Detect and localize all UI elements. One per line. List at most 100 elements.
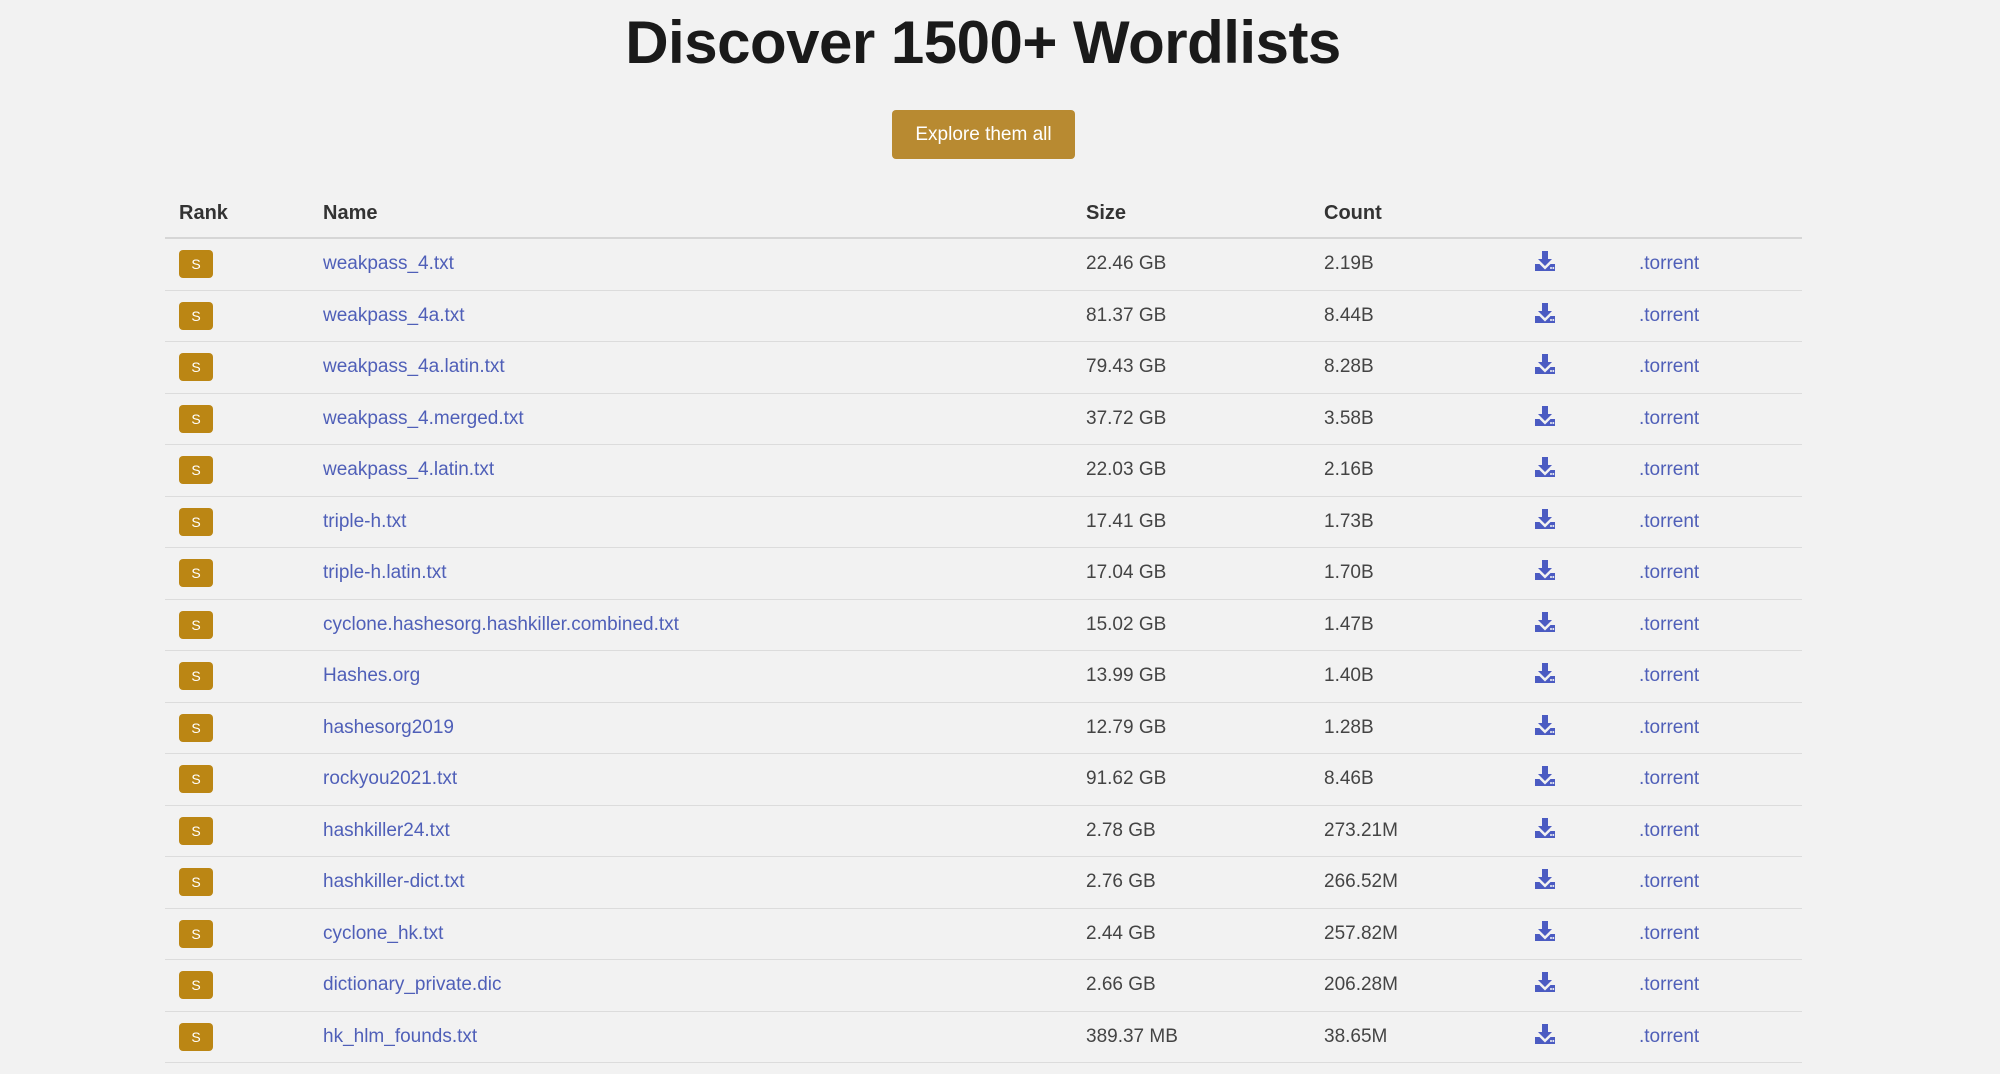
wordlist-name-link[interactable]: hk_hlm_founds.txt <box>323 1026 477 1047</box>
download-icon[interactable] <box>1534 353 1556 375</box>
wordlist-name-link[interactable]: weakpass_4.latin.txt <box>323 459 494 480</box>
torrent-link[interactable]: .torrent <box>1639 923 1699 944</box>
torrent-link[interactable]: .torrent <box>1639 614 1699 635</box>
torrent-link[interactable]: .torrent <box>1639 820 1699 841</box>
wordlist-name-link[interactable]: weakpass_4.txt <box>323 253 454 274</box>
download-icon[interactable] <box>1534 456 1556 478</box>
wordlist-count: 2.16B <box>1324 459 1374 481</box>
download-icon[interactable] <box>1534 868 1556 890</box>
download-icon[interactable] <box>1534 250 1556 272</box>
wordlist-name-link[interactable]: hashesorg2019 <box>323 717 454 738</box>
wordlist-size: 2.76 GB <box>1086 871 1156 893</box>
rank-badge: S <box>179 765 213 794</box>
table-row: S triple-h.txt 17.41 GB 1.73B .torrent <box>165 497 1802 548</box>
wordlist-count: 266.52M <box>1324 871 1398 893</box>
table-row: S weakpass_4.txt 22.46 GB 2.19B .torrent <box>165 239 1802 291</box>
wordlist-size: 2.78 GB <box>1086 819 1156 841</box>
download-icon[interactable] <box>1534 971 1556 993</box>
wordlist-count: 1.73B <box>1324 510 1374 532</box>
column-header-rank: Rank <box>179 202 228 224</box>
download-icon[interactable] <box>1534 508 1556 530</box>
download-icon[interactable] <box>1534 662 1556 684</box>
wordlist-name-link[interactable]: dictionary_private.dic <box>323 974 501 995</box>
wordlist-name-link[interactable]: cyclone_hk.txt <box>323 923 443 944</box>
download-icon[interactable] <box>1534 765 1556 787</box>
download-icon[interactable] <box>1534 714 1556 736</box>
table-row: S dictionary_private.dic 2.66 GB 206.28M… <box>165 960 1802 1012</box>
wordlist-name-link[interactable]: weakpass_4a.txt <box>323 305 465 326</box>
table-header: Rank Name Size Count <box>165 190 1802 239</box>
wordlist-name-link[interactable]: weakpass_4a.latin.txt <box>323 356 505 377</box>
table-row: S weakpass_4.merged.txt 37.72 GB 3.58B .… <box>165 394 1802 445</box>
download-icon[interactable] <box>1534 1023 1556 1045</box>
torrent-link[interactable]: .torrent <box>1639 511 1699 532</box>
download-icon[interactable] <box>1534 405 1556 427</box>
wordlist-size: 2.44 GB <box>1086 922 1156 944</box>
wordlist-name-link[interactable]: hashkiller24.txt <box>323 820 450 841</box>
wordlist-size: 22.03 GB <box>1086 459 1167 481</box>
wordlist-count: 38.65M <box>1324 1025 1388 1047</box>
wordlist-count: 1.40B <box>1324 665 1374 687</box>
wordlist-name-link[interactable]: weakpass_4.merged.txt <box>323 408 524 429</box>
download-icon[interactable] <box>1534 920 1556 942</box>
rank-badge: S <box>179 971 213 1000</box>
wordlist-size: 13.99 GB <box>1086 665 1167 687</box>
torrent-link[interactable]: .torrent <box>1639 305 1699 326</box>
torrent-link[interactable]: .torrent <box>1639 459 1699 480</box>
download-icon[interactable] <box>1534 817 1556 839</box>
torrent-link[interactable]: .torrent <box>1639 717 1699 738</box>
torrent-link[interactable]: .torrent <box>1639 562 1699 583</box>
table-row: S cyclone.hashesorg.hashkiller.combined.… <box>165 600 1802 651</box>
page: Discover 1500+ Wordlists Explore them al… <box>0 0 2000 1074</box>
table-row: S rockyou2021.txt 91.62 GB 8.46B .torren… <box>165 754 1802 806</box>
wordlist-name-link[interactable]: Hashes.org <box>323 665 420 686</box>
download-icon[interactable] <box>1534 302 1556 324</box>
download-icon[interactable] <box>1534 611 1556 633</box>
rank-badge: S <box>179 456 213 485</box>
wordlist-name-link[interactable]: cyclone.hashesorg.hashkiller.combined.tx… <box>323 614 679 635</box>
download-icon[interactable] <box>1534 559 1556 581</box>
table-row: S hk_hlm_founds.txt 389.37 MB 38.65M .to… <box>165 1012 1802 1063</box>
rank-badge: S <box>179 353 213 382</box>
wordlist-count: 1.28B <box>1324 716 1374 738</box>
wordlist-count: 1.47B <box>1324 613 1374 635</box>
wordlist-count: 206.28M <box>1324 974 1398 996</box>
wordlist-size: 15.02 GB <box>1086 613 1167 635</box>
table-row: S hashkiller-dict.txt 2.76 GB 266.52M .t… <box>165 857 1802 909</box>
wordlist-size: 17.41 GB <box>1086 510 1167 532</box>
torrent-link[interactable]: .torrent <box>1639 1026 1699 1047</box>
table-row: S hashesorg2019 12.79 GB 1.28B .torrent <box>165 703 1802 754</box>
wordlist-size: 2.66 GB <box>1086 974 1156 996</box>
table-row: S triple-h.latin.txt 17.04 GB 1.70B .tor… <box>165 548 1802 600</box>
wordlist-size: 91.62 GB <box>1086 768 1167 790</box>
rank-badge: S <box>179 610 213 639</box>
torrent-link[interactable]: .torrent <box>1639 408 1699 429</box>
wordlist-name-link[interactable]: triple-h.txt <box>323 511 406 532</box>
column-header-name: Name <box>323 202 378 224</box>
rank-badge: S <box>179 301 213 330</box>
table-row: S Hashes.org 13.99 GB 1.40B .torrent <box>165 651 1802 703</box>
torrent-link[interactable]: .torrent <box>1639 253 1699 274</box>
wordlist-count: 1.70B <box>1324 562 1374 584</box>
column-header-count: Count <box>1324 202 1382 224</box>
wordlist-count: 3.58B <box>1324 407 1374 429</box>
wordlist-table: Rank Name Size Count S weakpass_4.txt 22… <box>165 190 1802 1063</box>
wordlist-name-link[interactable]: rockyou2021.txt <box>323 768 457 789</box>
wordlist-name-link[interactable]: hashkiller-dict.txt <box>323 871 465 892</box>
torrent-link[interactable]: .torrent <box>1639 768 1699 789</box>
column-header-size: Size <box>1086 202 1127 224</box>
wordlist-name-link[interactable]: triple-h.latin.txt <box>323 562 447 583</box>
rank-badge: S <box>179 919 213 948</box>
wordlist-size: 79.43 GB <box>1086 356 1167 378</box>
wordlist-size: 12.79 GB <box>1086 716 1167 738</box>
wordlist-size: 81.37 GB <box>1086 304 1167 326</box>
torrent-link[interactable]: .torrent <box>1639 871 1699 892</box>
torrent-link[interactable]: .torrent <box>1639 665 1699 686</box>
wordlist-count: 273.21M <box>1324 819 1398 841</box>
page-title: Discover 1500+ Wordlists <box>625 9 1341 76</box>
rank-badge: S <box>179 404 213 433</box>
wordlist-size: 22.46 GB <box>1086 253 1167 275</box>
explore-all-button[interactable]: Explore them all <box>892 110 1075 159</box>
torrent-link[interactable]: .torrent <box>1639 974 1699 995</box>
torrent-link[interactable]: .torrent <box>1639 356 1699 377</box>
